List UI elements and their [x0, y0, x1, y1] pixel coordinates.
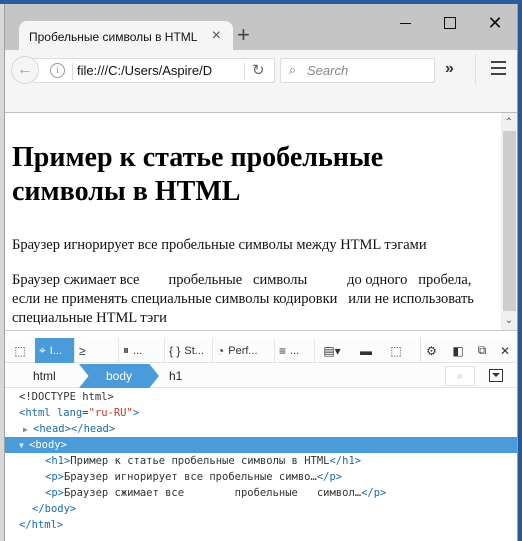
- devtools-panel: ⬚ ⌖ I... ≥ ⏸... { } St... ◔ Perf... ≡... ▤▾…: [5, 330, 517, 541]
- tab-inspector[interactable]: ⌖ I...: [35, 338, 75, 363]
- hamburger-menu-icon[interactable]: [491, 61, 506, 75]
- tree-node-html-close[interactable]: </html>: [5, 517, 517, 533]
- page-paragraph-1: Браузер игнорирует все пробельные символ…: [12, 237, 427, 253]
- search-bar[interactable]: ⌕ Search: [280, 58, 435, 83]
- page-heading: Пример к статье пробельные символы в HTM…: [12, 142, 384, 207]
- search-icon: ⌕: [289, 62, 297, 77]
- tree-node-h1[interactable]: <h1>Пример к статье пробельные символы в…: [5, 453, 517, 469]
- screenshot-icon[interactable]: ⬚: [385, 338, 407, 363]
- collapse-icon[interactable]: ▼: [19, 438, 29, 454]
- back-button[interactable]: ←: [11, 56, 39, 84]
- url-bar[interactable]: i file:///C:/Users/Aspire/D ↻: [33, 58, 275, 83]
- url-separator: [244, 63, 245, 80]
- breadcrumb-body[interactable]: body: [79, 364, 159, 388]
- scroll-thumb[interactable]: [503, 131, 516, 311]
- tab-debugger[interactable]: ⏸...: [119, 338, 165, 363]
- style-editor-icon: { }: [169, 343, 181, 358]
- page-scrollbar[interactable]: ⌃ ⌄: [501, 113, 517, 330]
- search-input[interactable]: Search: [307, 63, 348, 78]
- separate-window-icon[interactable]: ⧉: [471, 338, 493, 363]
- tab-close-icon[interactable]: ×: [212, 27, 221, 45]
- pick-element-icon[interactable]: ⬚: [9, 338, 31, 363]
- tab-style-editor[interactable]: { } St...: [165, 338, 213, 363]
- breadcrumb-html[interactable]: html: [33, 364, 56, 388]
- network-icon: ≡: [279, 343, 287, 358]
- tree-node-body-close[interactable]: </body>: [5, 501, 517, 517]
- overflow-menu-button[interactable]: »: [445, 60, 454, 78]
- tree-node-head[interactable]: ▶ <head></head>: [5, 421, 517, 437]
- breadcrumb-dropdown-icon[interactable]: [489, 369, 503, 382]
- debugger-icon: ⏸: [123, 343, 130, 357]
- breadcrumb: html body h1 ⌕: [5, 364, 517, 388]
- responsive-design-icon[interactable]: ▤▾: [317, 338, 347, 363]
- tab-console[interactable]: ≥: [75, 338, 119, 363]
- markup-search-icon[interactable]: ⌕: [445, 366, 475, 386]
- reload-icon[interactable]: ↻: [252, 61, 265, 79]
- markup-tree: <!DOCTYPE html> <html lang="ru-RU"> ▶ <he…: [5, 389, 517, 533]
- navigation-bar: ← i file:///C:/Users/Aspire/D ↻ ⌕ Search…: [5, 50, 517, 112]
- close-window-button[interactable]: ✕: [475, 10, 515, 36]
- tab-active[interactable]: Пробельные символы в HTML ×: [19, 21, 233, 52]
- scroll-down-icon[interactable]: ⌄: [501, 315, 517, 329]
- tree-node-p1[interactable]: <p>Браузер игнорирует все пробельные сим…: [5, 469, 517, 485]
- console-icon: ≥: [79, 343, 86, 358]
- dock-side-icon[interactable]: ◧: [447, 338, 469, 363]
- tree-node-p2[interactable]: <p>Браузер сжимает все пробельные символ…: [5, 485, 517, 501]
- tree-node-body[interactable]: ▼ <body>: [5, 437, 517, 453]
- toolbar-separator: [475, 54, 476, 84]
- page-paragraph-2: Браузер сжимает все пробельные символы д…: [12, 272, 478, 326]
- maximize-button[interactable]: [430, 10, 470, 36]
- performance-icon: ◔: [217, 343, 225, 358]
- close-devtools-icon[interactable]: ✕: [494, 338, 516, 363]
- minimize-button[interactable]: [385, 10, 425, 36]
- tab-performance[interactable]: ◔ Perf...: [213, 338, 275, 363]
- tab-network[interactable]: ≡...: [275, 338, 315, 363]
- breadcrumb-h1[interactable]: h1: [169, 364, 182, 388]
- page-content: Пример к статье пробельные символы в HTM…: [5, 112, 517, 330]
- title-bar: Пробельные символы в HTML × + ✕: [5, 4, 517, 52]
- inspector-icon: ⌖: [39, 343, 46, 357]
- info-icon[interactable]: i: [50, 63, 65, 78]
- tab-title: Пробельные символы в HTML: [29, 29, 198, 44]
- settings-gear-icon[interactable]: ⚙: [420, 338, 442, 363]
- scroll-up-icon[interactable]: ⌃: [501, 117, 517, 131]
- tree-node-doctype[interactable]: <!DOCTYPE html>: [5, 389, 517, 405]
- browser-window: Пробельные символы в HTML × + ✕ ← i file…: [4, 4, 518, 541]
- new-tab-button[interactable]: +: [237, 24, 250, 46]
- scratchpad-icon[interactable]: ▬: [355, 338, 377, 363]
- url-separator: [72, 63, 73, 80]
- devtools-toolbar: ⬚ ⌖ I... ≥ ⏸... { } St... ◔ Perf... ≡... ▤▾…: [5, 338, 517, 363]
- expand-icon[interactable]: ▶: [23, 422, 33, 438]
- tree-node-html[interactable]: <html lang="ru-RU">: [5, 405, 517, 421]
- url-input[interactable]: file:///C:/Users/Aspire/D: [77, 63, 242, 78]
